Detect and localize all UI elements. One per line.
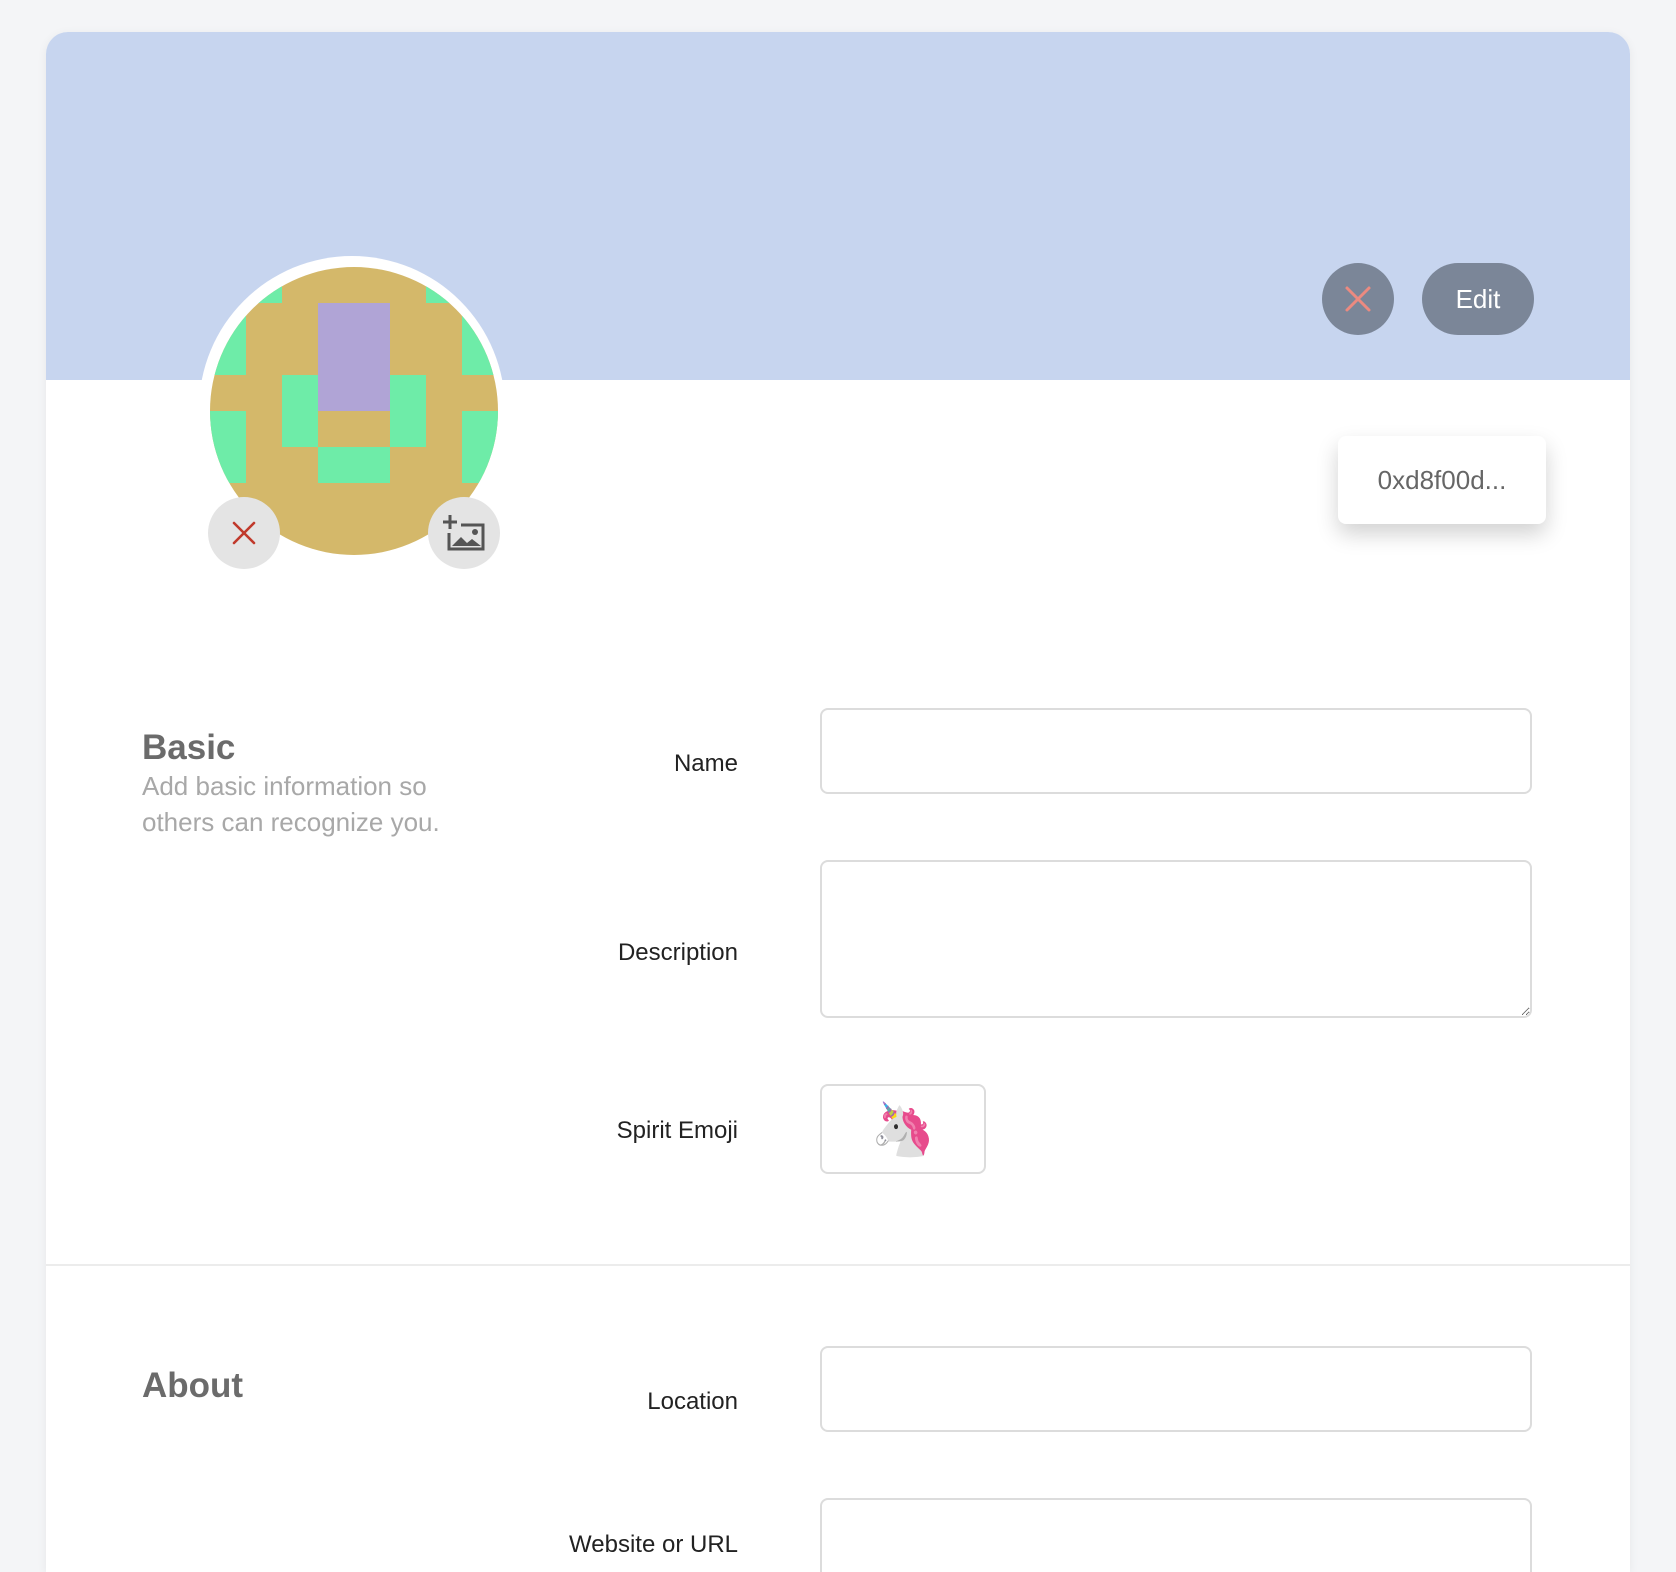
cancel-edit-button[interactable] <box>1322 263 1394 335</box>
section-title-about: About <box>142 1366 244 1405</box>
website-label: Website or URL <box>569 1531 738 1558</box>
description-field[interactable] <box>820 860 1532 1018</box>
add-image-icon <box>443 515 485 551</box>
section-divider <box>46 1264 1630 1266</box>
location-field[interactable] <box>820 1346 1532 1432</box>
close-icon <box>232 521 256 545</box>
location-label: Location <box>647 1388 738 1415</box>
section-title-basic: Basic <box>142 728 236 767</box>
upload-avatar-button[interactable] <box>428 497 500 569</box>
wallet-address[interactable]: 0xd8f00d... <box>1338 436 1546 524</box>
description-label: Description <box>617 939 738 966</box>
section-description-basic: Add basic information so others can reco… <box>142 771 440 837</box>
spirit-emoji-picker[interactable]: 🦄 <box>820 1084 986 1174</box>
name-label: Name <box>673 750 738 777</box>
name-field[interactable] <box>820 708 1532 794</box>
remove-avatar-button[interactable] <box>208 497 280 569</box>
profile-card: Edit 0xd8f00d... Basic Add basic informa… <box>46 32 1630 1572</box>
spirit-emoji-label: Spirit Emoji <box>616 1117 738 1144</box>
edit-button[interactable]: Edit <box>1422 263 1534 335</box>
website-field[interactable] <box>820 1498 1532 1572</box>
close-icon <box>1345 286 1371 312</box>
